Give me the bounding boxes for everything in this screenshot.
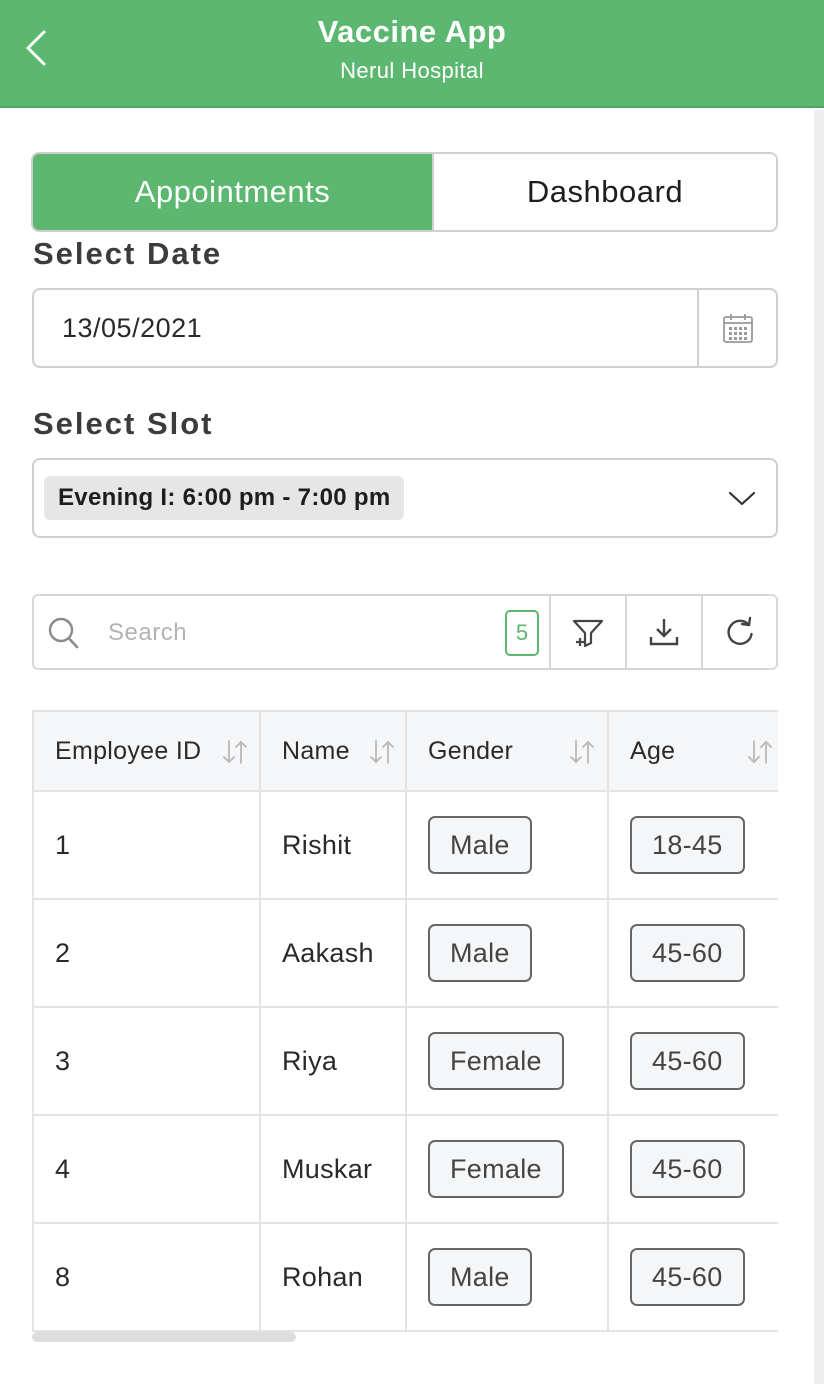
table-row[interactable]: 3 Riya Female 45-60 xyxy=(32,1006,778,1116)
table-row[interactable]: 2 Aakash Male 45-60 xyxy=(32,898,778,1008)
search-icon xyxy=(48,617,79,649)
column-header-age[interactable]: Age xyxy=(607,710,778,792)
column-header-label: Gender xyxy=(428,736,514,765)
refresh-icon xyxy=(727,616,753,646)
employee-id-cell: 4 xyxy=(32,1114,261,1224)
age-tag: 45-60 xyxy=(630,1032,745,1090)
table-row[interactable]: 4 Muskar Female 45-60 xyxy=(32,1114,778,1224)
download-icon xyxy=(649,619,679,646)
age-cell: 18-45 xyxy=(607,790,778,900)
grid-toolbar: 5 xyxy=(32,594,778,670)
employee-id-cell: 2 xyxy=(32,898,261,1008)
date-field[interactable]: 13/05/2021 xyxy=(32,288,778,368)
gender-cell: Male xyxy=(405,898,609,1008)
date-value[interactable]: 13/05/2021 xyxy=(62,313,202,344)
calendar-button[interactable] xyxy=(697,290,776,366)
refresh-button[interactable] xyxy=(701,596,777,668)
sort-icon[interactable] xyxy=(220,739,250,765)
age-tag: 45-60 xyxy=(630,1248,745,1306)
table-row[interactable]: 1 Rishit Male 18-45 xyxy=(32,790,778,900)
filter-add-icon xyxy=(572,619,604,648)
record-count-badge: 5 xyxy=(505,610,539,656)
table-row[interactable]: 8 Rohan Male 45-60 xyxy=(32,1222,778,1332)
column-header-employee-id[interactable]: Employee ID xyxy=(32,710,261,792)
tab-dashboard[interactable]: Dashboard xyxy=(434,154,776,230)
select-date-label: Select Date xyxy=(33,236,223,271)
age-cell: 45-60 xyxy=(607,898,778,1008)
name-cell: Rohan xyxy=(259,1222,407,1332)
selected-slot-chip[interactable]: Evening I: 6:00 pm - 7:00 pm xyxy=(44,476,405,520)
name-cell: Muskar xyxy=(259,1114,407,1224)
add-filter-button[interactable] xyxy=(549,596,625,668)
gender-cell: Male xyxy=(405,1222,609,1332)
age-tag: 45-60 xyxy=(630,1140,745,1198)
gender-tag: Female xyxy=(428,1140,564,1198)
column-header-label: Employee ID xyxy=(55,736,202,765)
name-cell: Riya xyxy=(259,1006,407,1116)
employee-id-cell: 3 xyxy=(32,1006,261,1116)
age-cell: 45-60 xyxy=(607,1222,778,1332)
appointments-table[interactable]: Employee ID Name Gender Age 1 Rishit Mal… xyxy=(32,710,778,1332)
column-header-label: Name xyxy=(282,736,350,765)
gender-tag: Male xyxy=(428,924,532,982)
column-header-name[interactable]: Name xyxy=(259,710,407,792)
select-slot-label: Select Slot xyxy=(33,406,214,441)
sort-icon[interactable] xyxy=(745,739,775,765)
app-title: Vaccine App xyxy=(317,14,507,49)
slot-select[interactable]: Evening I: 6:00 pm - 7:00 pm xyxy=(32,458,778,538)
search-input[interactable] xyxy=(108,615,488,651)
chevron-down-icon[interactable] xyxy=(728,486,756,510)
gender-cell: Female xyxy=(405,1114,609,1224)
gender-tag: Male xyxy=(428,1248,532,1306)
age-tag: 45-60 xyxy=(630,924,745,982)
app-header: Vaccine App Nerul Hospital xyxy=(0,0,824,108)
column-header-label: Age xyxy=(630,736,676,765)
gender-tag: Male xyxy=(428,816,532,874)
page-scrollbar[interactable] xyxy=(814,110,824,1384)
age-cell: 45-60 xyxy=(607,1006,778,1116)
calendar-icon xyxy=(722,314,753,343)
tab-bar: Appointments Dashboard xyxy=(31,152,778,232)
column-header-gender[interactable]: Gender xyxy=(405,710,609,792)
age-tag: 18-45 xyxy=(630,816,745,874)
table-header-row: Employee ID Name Gender Age xyxy=(32,710,778,792)
employee-id-cell: 8 xyxy=(32,1222,261,1332)
employee-id-cell: 1 xyxy=(32,790,261,900)
download-button[interactable] xyxy=(625,596,701,668)
tab-appointments[interactable]: Appointments xyxy=(33,154,434,230)
gender-tag: Female xyxy=(428,1032,564,1090)
age-cell: 45-60 xyxy=(607,1114,778,1224)
hospital-subtitle: Nerul Hospital xyxy=(340,58,484,83)
sort-icon[interactable] xyxy=(567,739,597,765)
name-cell: Aakash xyxy=(259,898,407,1008)
horizontal-scrollbar-thumb[interactable] xyxy=(32,1332,296,1342)
gender-cell: Male xyxy=(405,790,609,900)
gender-cell: Female xyxy=(405,1006,609,1116)
sort-icon[interactable] xyxy=(367,739,397,765)
name-cell: Rishit xyxy=(259,790,407,900)
